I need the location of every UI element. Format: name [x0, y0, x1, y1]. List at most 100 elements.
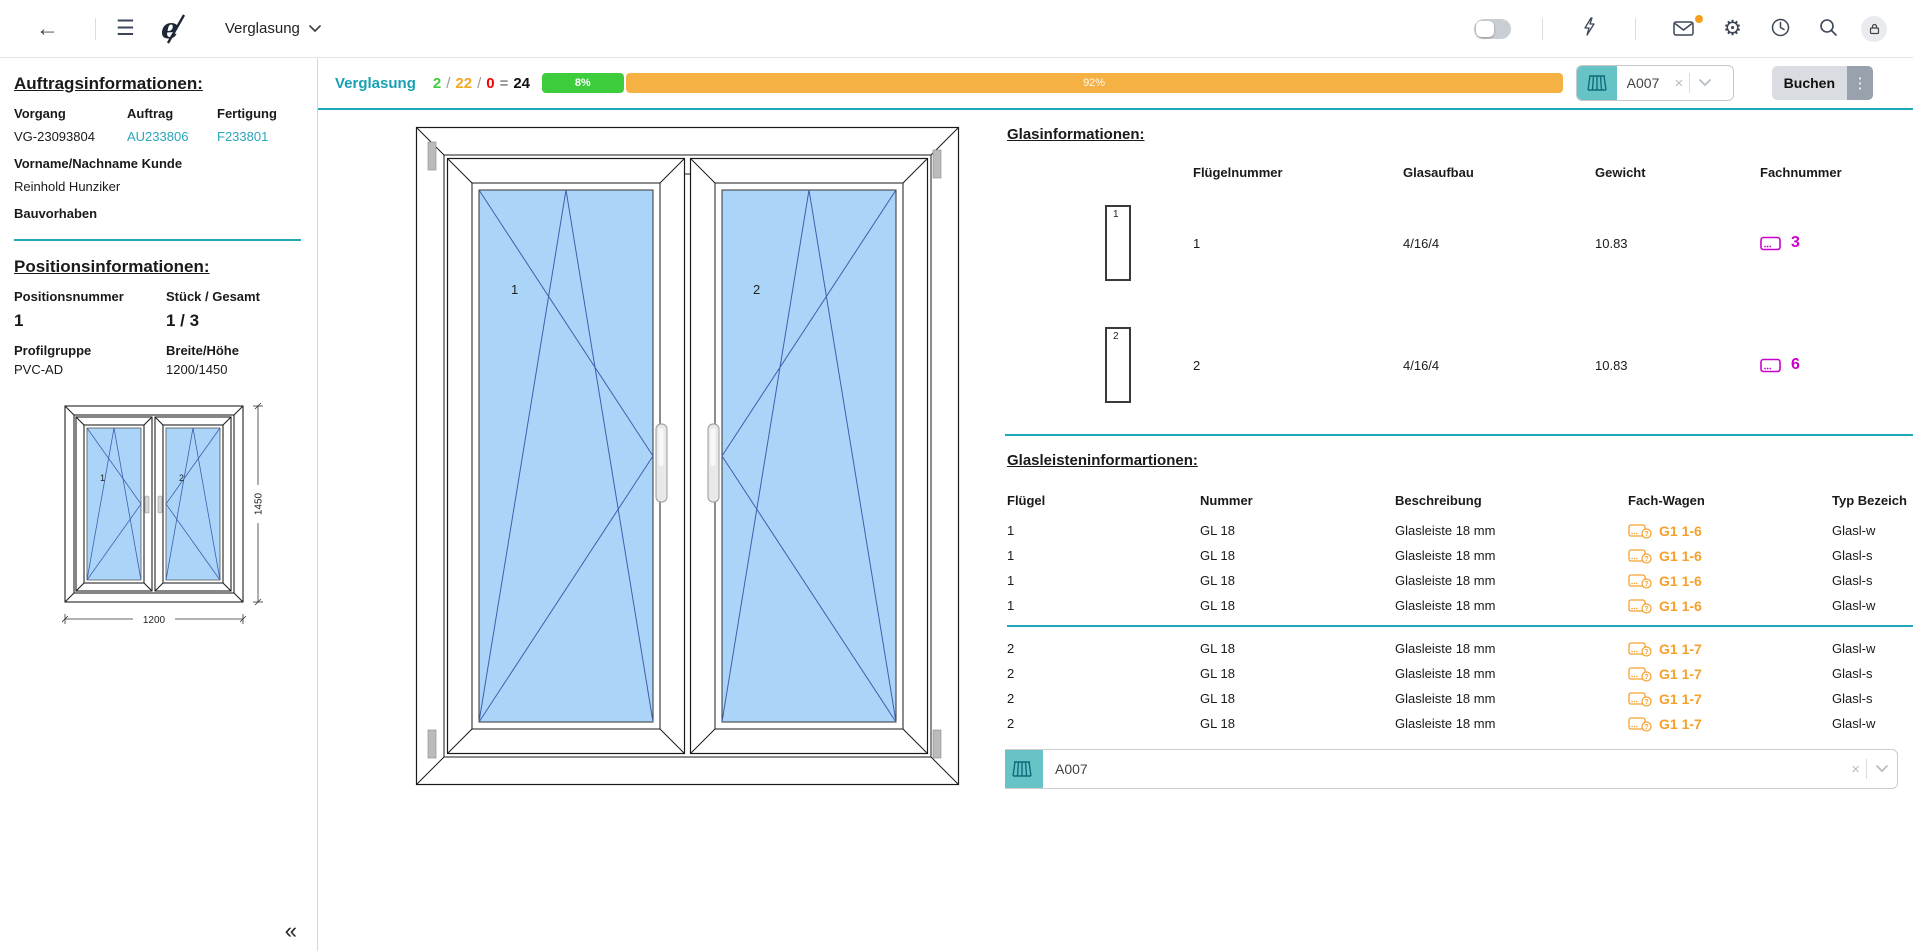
fluegel-cell: 1: [1007, 568, 1200, 593]
fach-wagen-value: G1 1-7: [1659, 641, 1702, 657]
stueck-label: Stück / Gesamt: [166, 289, 303, 304]
count-open: 22: [455, 75, 472, 92]
topbar-divider: [1542, 18, 1543, 40]
fluegelnummer-cell: 1: [1193, 182, 1403, 304]
main-area: Verglasung 2 / 22 / 0 = 24 8% 92% ×: [318, 58, 1913, 951]
fach-wagen-cell: ? G1 1-6: [1628, 568, 1832, 593]
status-counts: 2 / 22 / 0 = 24: [433, 75, 530, 92]
nummer-cell: GL 18: [1200, 543, 1395, 568]
back-button[interactable]: ←: [30, 16, 65, 41]
beschreibung-cell: Glasleiste 18 mm: [1395, 593, 1628, 618]
top-bar: ← ☰ e Verglasung: [0, 0, 1913, 58]
svg-text:?: ?: [1644, 649, 1648, 656]
fachnummer-cell: 6: [1760, 304, 1913, 426]
topbar-left: ← ☰ e Verglasung: [30, 13, 327, 45]
wagen-rack-icon[interactable]: [1577, 66, 1617, 100]
fach-wagen-link[interactable]: ? G1 1-6: [1628, 573, 1702, 589]
count-total: 24: [513, 75, 530, 92]
beschreibung-cell: Glasleiste 18 mm: [1395, 543, 1628, 568]
quick-actions-icon[interactable]: [1574, 16, 1604, 41]
bauvorhaben-label: Bauvorhaben: [14, 206, 303, 221]
glasaufbau-cell: 4/16/4: [1403, 182, 1595, 304]
beschreibung-cell: Glasleiste 18 mm: [1395, 661, 1628, 686]
fach-wagen-cell: ? G1 1-6: [1628, 543, 1832, 568]
svg-text:?: ?: [1644, 531, 1648, 538]
leisten-header: Nummer: [1200, 493, 1395, 518]
profilgruppe-value: PVC-AD: [14, 362, 166, 377]
lock-icon: [1868, 22, 1881, 35]
clear-icon[interactable]: ×: [1673, 75, 1690, 92]
clear-icon[interactable]: ×: [1849, 761, 1866, 778]
buchen-menu-button[interactable]: ⋮: [1847, 66, 1873, 100]
count-error: 0: [486, 75, 494, 92]
wagen-rack-icon[interactable]: [1005, 750, 1043, 788]
thumb-sash1-label: 1: [100, 473, 105, 483]
buchen-button[interactable]: Buchen: [1772, 66, 1847, 100]
search-icon[interactable]: [1813, 17, 1844, 41]
topbar-divider: [95, 18, 96, 40]
beschreibung-cell: Glasleiste 18 mm: [1395, 711, 1628, 736]
svg-text:?: ?: [1644, 581, 1648, 588]
svg-text:?: ?: [1644, 606, 1648, 613]
typ-cell: Glasl-s: [1832, 661, 1913, 686]
fach-wagen-value: G1 1-7: [1659, 666, 1702, 682]
fach-wagen-value: G1 1-6: [1659, 523, 1702, 539]
auftrag-link[interactable]: AU233806: [127, 129, 217, 144]
fach-wagen-link[interactable]: ? G1 1-7: [1628, 716, 1702, 732]
glasinfo-header-spacer: [1105, 165, 1193, 182]
main-header: Verglasung 2 / 22 / 0 = 24 8% 92% ×: [318, 58, 1913, 110]
fach-wagen-link[interactable]: ? G1 1-7: [1628, 641, 1702, 657]
bauvorhaben-block: Bauvorhaben: [14, 206, 303, 221]
svg-text:?: ?: [1644, 699, 1648, 706]
breite-hoehe-value: 1200/1450: [166, 362, 303, 377]
nummer-cell: GL 18: [1200, 711, 1395, 736]
leisten-header: Typ Bezeich: [1832, 493, 1913, 518]
fluegelnummer-cell: 2: [1193, 304, 1403, 426]
wagen-input[interactable]: [1617, 75, 1673, 91]
fach-wagen-link[interactable]: ? G1 1-6: [1628, 548, 1702, 564]
glass-thumb-cell: 2: [1105, 304, 1193, 426]
wagen-rack-icon: ?: [1628, 573, 1652, 589]
logo-icon: e: [159, 13, 189, 45]
module-label: Verglasung: [225, 20, 300, 37]
drawing-sash1-label: 1: [511, 282, 518, 297]
vorgang-label: Vorgang: [14, 106, 127, 121]
chevron-down-icon[interactable]: [1690, 79, 1720, 87]
bottom-wagen-input[interactable]: [1043, 760, 1849, 778]
gewicht-cell: 10.83: [1595, 182, 1760, 304]
fluegel-cell: 2: [1007, 636, 1200, 661]
fach-wagen-value: G1 1-6: [1659, 573, 1702, 589]
count-separator: /: [477, 75, 481, 92]
glasaufbau-cell: 4/16/4: [1403, 304, 1595, 426]
fach-wagen-link[interactable]: ? G1 1-6: [1628, 598, 1702, 614]
fach-wagen-link[interactable]: ? G1 1-7: [1628, 666, 1702, 682]
theme-toggle[interactable]: [1474, 19, 1511, 39]
fachnummer-link[interactable]: 3: [1760, 234, 1800, 252]
fluegel-cell: 1: [1007, 518, 1200, 543]
menu-icon[interactable]: ☰: [110, 17, 141, 40]
drawing-area: 1 2: [318, 110, 1005, 951]
module-selector[interactable]: Verglasung: [219, 19, 327, 38]
history-clock-icon[interactable]: [1765, 17, 1796, 41]
typ-cell: Glasl-w: [1832, 636, 1913, 661]
stueck-value: 1 / 3: [166, 311, 303, 331]
sidebar-collapse-button[interactable]: «: [279, 917, 303, 945]
vorgang-value: VG-23093804: [14, 129, 127, 144]
fertigung-link[interactable]: F233801: [217, 129, 303, 144]
mail-icon[interactable]: [1667, 19, 1700, 38]
fach-wagen-link[interactable]: ? G1 1-7: [1628, 691, 1702, 707]
settings-gear-icon[interactable]: ⚙: [1717, 17, 1748, 40]
wagen-rack-icon: ?: [1628, 716, 1652, 732]
user-avatar[interactable]: [1861, 16, 1887, 42]
fachnummer-link[interactable]: 6: [1760, 356, 1800, 374]
beschreibung-cell: Glasleiste 18 mm: [1395, 686, 1628, 711]
positionsnummer-label: Positionsnummer: [14, 289, 166, 304]
position-title: Positionsinformationen:: [14, 257, 303, 277]
gewicht-cell: 10.83: [1595, 304, 1760, 426]
thumb-sash2-label: 2: [179, 473, 184, 483]
kunde-value: Reinhold Hunziker: [14, 179, 303, 194]
fach-wagen-cell: ? G1 1-7: [1628, 711, 1832, 736]
fach-wagen-link[interactable]: ? G1 1-6: [1628, 523, 1702, 539]
chevron-down-icon[interactable]: [1867, 765, 1897, 773]
wagen-combobox: ×: [1576, 65, 1734, 101]
